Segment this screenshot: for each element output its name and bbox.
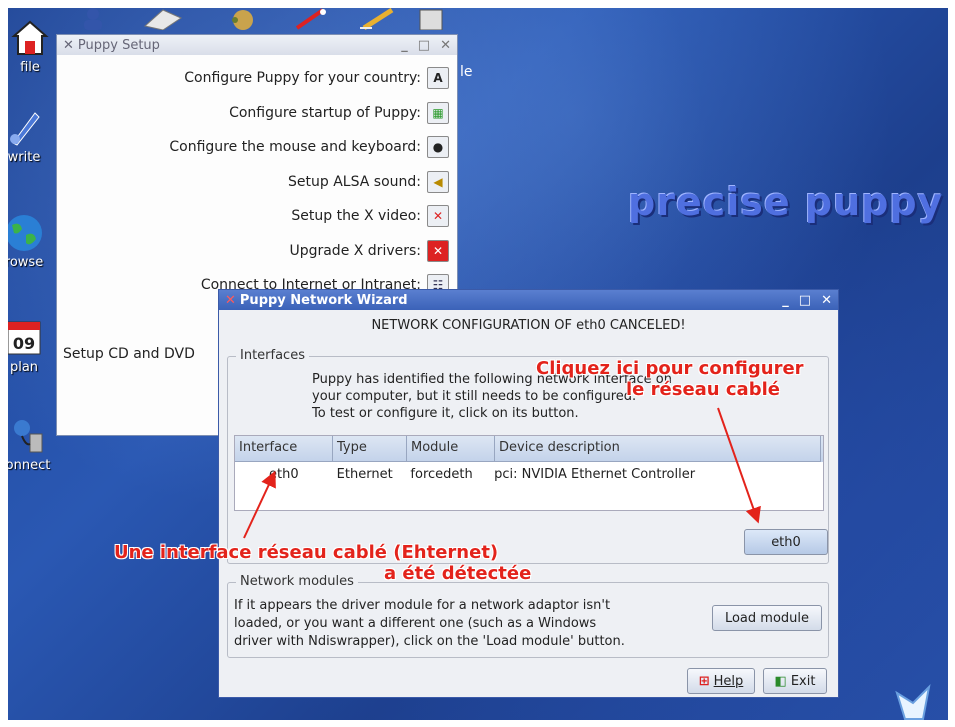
annotation-line: Cliquez ici pour configurer xyxy=(536,358,804,379)
annotation-detected: Une interface réseau cablé (Ehternet) a … xyxy=(114,542,531,584)
arrow-to-eth0-button xyxy=(717,407,761,524)
annotation-arrows xyxy=(243,407,761,539)
desktop: file write rowse 09 plan onnect le preci… xyxy=(8,8,948,720)
annotation-configure: Cliquez ici pour configurer le réseau ca… xyxy=(536,358,804,400)
annotation-line: le réseau cablé xyxy=(626,379,780,400)
annotation-line: a été détectée xyxy=(384,563,532,584)
annotation-line: Une interface réseau cablé (Ehternet) xyxy=(114,542,499,563)
arrow-to-eth0-row xyxy=(243,470,276,539)
